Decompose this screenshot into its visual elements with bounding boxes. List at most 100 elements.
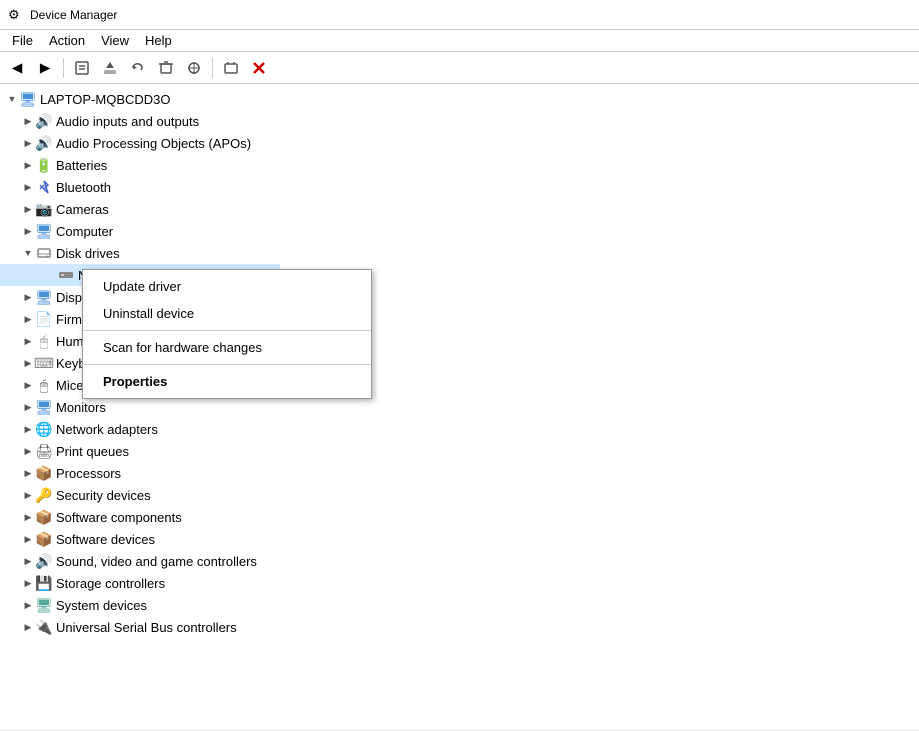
- update-driver-button[interactable]: [97, 55, 123, 81]
- batteries-icon: 🔋: [36, 157, 52, 173]
- tree-item-monitors[interactable]: ▶ 🖥 Monitors: [0, 396, 280, 418]
- expand-security[interactable]: ▶: [20, 487, 36, 503]
- system-label: System devices: [56, 598, 147, 613]
- title-bar: ⚙ Device Manager: [0, 0, 919, 30]
- batteries-label: Batteries: [56, 158, 107, 173]
- sw-dev-label: Software devices: [56, 532, 155, 547]
- expand-system[interactable]: ▶: [20, 597, 36, 613]
- tree-item-sound[interactable]: ▶ 🔊 Sound, video and game controllers: [0, 550, 280, 572]
- expand-cameras[interactable]: ▶: [20, 201, 36, 217]
- expand-sound[interactable]: ▶: [20, 553, 36, 569]
- tree-item-software-components[interactable]: ▶ 📦 Software components: [0, 506, 280, 528]
- expand-computer[interactable]: ▶: [20, 223, 36, 239]
- expand-network[interactable]: ▶: [20, 421, 36, 437]
- tree-item-audio-processing[interactable]: ▶ 🔊 Audio Processing Objects (APOs): [0, 132, 280, 154]
- expand-root[interactable]: ▼: [4, 91, 20, 107]
- rollback-button[interactable]: [125, 55, 151, 81]
- expand-mice[interactable]: ▶: [20, 377, 36, 393]
- usb-label: Universal Serial Bus controllers: [56, 620, 237, 635]
- tree-item-software-devices[interactable]: ▶ 📦 Software devices: [0, 528, 280, 550]
- ctx-uninstall-device[interactable]: Uninstall device: [83, 300, 371, 327]
- mice-icon: 🖱: [36, 377, 52, 393]
- expand-usb[interactable]: ▶: [20, 619, 36, 635]
- sw-comp-label: Software components: [56, 510, 182, 525]
- ctx-update-driver[interactable]: Update driver: [83, 273, 371, 300]
- sound-icon: 🔊: [36, 553, 52, 569]
- expand-storage[interactable]: ▶: [20, 575, 36, 591]
- nvme-icon: [58, 267, 74, 283]
- print-icon: 🖨: [36, 443, 52, 459]
- tree-root[interactable]: ▼ 🖥 LAPTOP-MQBCDD3O: [0, 88, 280, 110]
- tree-item-network[interactable]: ▶ 🌐 Network adapters: [0, 418, 280, 440]
- security-icon: 🔑: [36, 487, 52, 503]
- keyboards-icon: ⌨: [36, 355, 52, 371]
- bluetooth-label: Bluetooth: [56, 180, 111, 195]
- remove-button[interactable]: [246, 55, 272, 81]
- sw-comp-icon: 📦: [36, 509, 52, 525]
- expand-audio-inputs[interactable]: ▶: [20, 113, 36, 129]
- cameras-label: Cameras: [56, 202, 109, 217]
- menu-view[interactable]: View: [93, 31, 137, 50]
- monitors-label: Monitors: [56, 400, 106, 415]
- audio-proc-label: Audio Processing Objects (APOs): [56, 136, 251, 151]
- tree-item-security[interactable]: ▶ 🔑 Security devices: [0, 484, 280, 506]
- forward-button[interactable]: ▶: [32, 55, 58, 81]
- toolbar-separator-1: [63, 58, 64, 78]
- audio-inputs-label: Audio inputs and outputs: [56, 114, 199, 129]
- menu-help[interactable]: Help: [137, 31, 180, 50]
- storage-icon: 💾: [36, 575, 52, 591]
- disk-drives-icon: [36, 245, 52, 261]
- monitors-icon: 🖥: [36, 399, 52, 415]
- tree-item-disk-drives[interactable]: ▼ Disk drives: [0, 242, 280, 264]
- app-title: Device Manager: [30, 8, 117, 22]
- add-legacy-button[interactable]: [218, 55, 244, 81]
- expand-firmware[interactable]: ▶: [20, 311, 36, 327]
- expand-hid[interactable]: ▶: [20, 333, 36, 349]
- usb-icon: 🔌: [36, 619, 52, 635]
- tree-item-print[interactable]: ▶ 🖨 Print queues: [0, 440, 280, 462]
- security-label: Security devices: [56, 488, 151, 503]
- sound-label: Sound, video and game controllers: [56, 554, 257, 569]
- menu-file[interactable]: File: [4, 31, 41, 50]
- expand-bluetooth[interactable]: ▶: [20, 179, 36, 195]
- expand-sw-dev[interactable]: ▶: [20, 531, 36, 547]
- root-icon: 🖥: [20, 91, 36, 107]
- expand-monitors[interactable]: ▶: [20, 399, 36, 415]
- cameras-icon: 📷: [36, 201, 52, 217]
- ctx-properties[interactable]: Properties: [83, 368, 371, 395]
- device-tree[interactable]: ▼ 🖥 LAPTOP-MQBCDD3O ▶ 🔊 Audio inputs and…: [0, 84, 280, 729]
- ctx-separator-2: [83, 364, 371, 365]
- tree-item-processors[interactable]: ▶ 📦 Processors: [0, 462, 280, 484]
- expand-print[interactable]: ▶: [20, 443, 36, 459]
- tree-item-system[interactable]: ▶ 🖥 System devices: [0, 594, 280, 616]
- back-button[interactable]: ◀: [4, 55, 30, 81]
- expand-batteries[interactable]: ▶: [20, 157, 36, 173]
- tree-item-storage[interactable]: ▶ 💾 Storage controllers: [0, 572, 280, 594]
- tree-item-batteries[interactable]: ▶ 🔋 Batteries: [0, 154, 280, 176]
- display-icon: 🖥: [36, 289, 52, 305]
- network-label: Network adapters: [56, 422, 158, 437]
- tree-item-computer[interactable]: ▶ 🖥 Computer: [0, 220, 280, 242]
- uninstall-button[interactable]: [153, 55, 179, 81]
- sw-dev-icon: 📦: [36, 531, 52, 547]
- firmware-icon: 📄: [36, 311, 52, 327]
- tree-item-cameras[interactable]: ▶ 📷 Cameras: [0, 198, 280, 220]
- app-icon: ⚙: [8, 7, 24, 23]
- ctx-separator-1: [83, 330, 371, 331]
- expand-display[interactable]: ▶: [20, 289, 36, 305]
- expand-disk[interactable]: ▼: [20, 245, 36, 261]
- processors-label: Processors: [56, 466, 121, 481]
- bluetooth-icon: [36, 179, 52, 195]
- tree-item-bluetooth[interactable]: ▶ Bluetooth: [0, 176, 280, 198]
- system-icon: 🖥: [36, 597, 52, 613]
- scan-button[interactable]: [181, 55, 207, 81]
- expand-audio-proc[interactable]: ▶: [20, 135, 36, 151]
- tree-item-usb[interactable]: ▶ 🔌 Universal Serial Bus controllers: [0, 616, 280, 638]
- expand-processors[interactable]: ▶: [20, 465, 36, 481]
- properties-button[interactable]: [69, 55, 95, 81]
- menu-action[interactable]: Action: [41, 31, 93, 50]
- ctx-scan-hardware[interactable]: Scan for hardware changes: [83, 334, 371, 361]
- expand-sw-comp[interactable]: ▶: [20, 509, 36, 525]
- tree-item-audio-inputs[interactable]: ▶ 🔊 Audio inputs and outputs: [0, 110, 280, 132]
- hid-icon: 🖱: [36, 333, 52, 349]
